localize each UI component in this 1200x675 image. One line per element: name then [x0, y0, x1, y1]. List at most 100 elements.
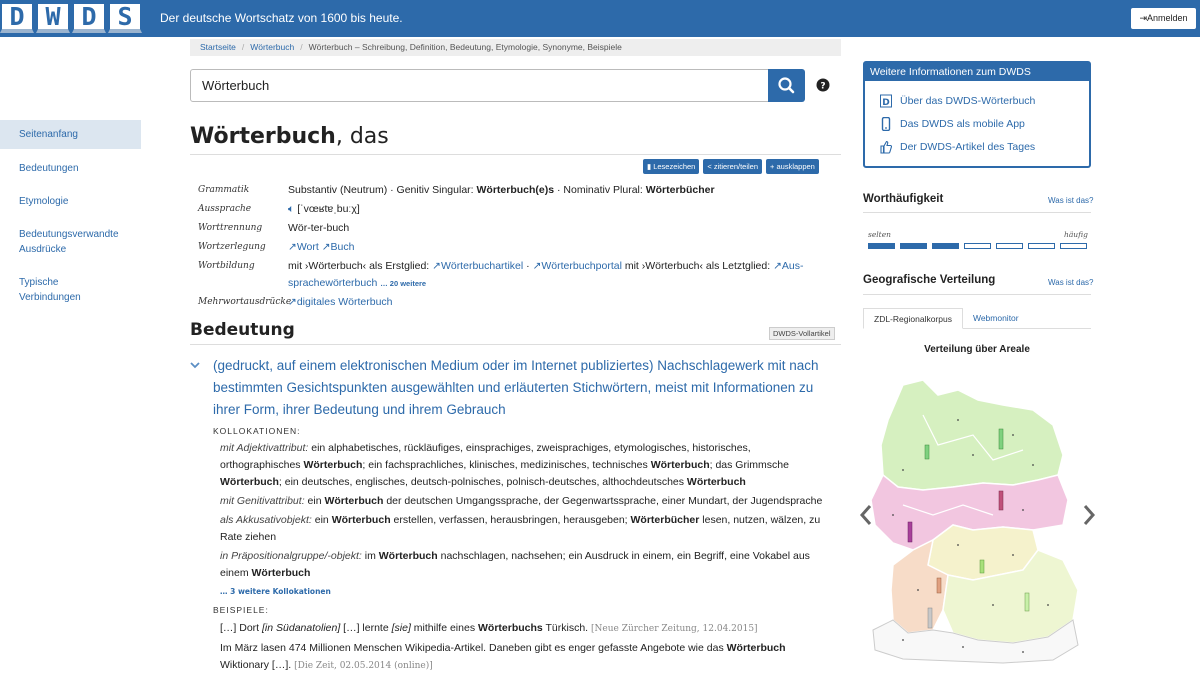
divider — [190, 344, 841, 345]
help-icon: ? — [816, 78, 830, 92]
hyphenation-row: Worttrennung Wör-ter-buch — [198, 220, 838, 237]
lemma: Wörterbuch — [190, 124, 336, 149]
grammar-label: Grammatik — [198, 185, 250, 195]
collocation-row: mit Genitivattribut: ein Wörterbuch der … — [220, 493, 832, 510]
help-button[interactable]: ? — [805, 69, 842, 102]
wordformation-value: mit ›Wörterbuch‹ als Erstglied: ↗Wörterb… — [288, 260, 804, 289]
pronunciation-label: Aussprache — [198, 204, 252, 214]
keyword: Wörterbuch — [303, 459, 363, 471]
frequency-high-label: häufig — [1064, 230, 1088, 239]
link-wort[interactable]: Wort — [297, 241, 319, 253]
cite-button[interactable]: < zitieren/teilen — [703, 159, 763, 174]
bookmark-button[interactable]: ▮ Lesezeichen — [643, 159, 700, 174]
search-button[interactable] — [768, 69, 805, 102]
plural-form: Wörterbücher — [645, 184, 715, 196]
svg-text:?: ? — [820, 82, 825, 92]
breadcrumb-home[interactable]: Startseite — [200, 42, 236, 52]
link-digitales-woerterbuch[interactable]: digitales Wörterbuch — [297, 296, 393, 308]
cite-label: zitieren/teilen — [713, 162, 759, 171]
speaker-icon[interactable]: 🔈︎ — [288, 203, 294, 215]
text: ; das Grimmsche — [709, 459, 789, 471]
info-link-about[interactable]: D Über das DWDS-Wörterbuch — [865, 89, 1089, 112]
tab-webmonitor[interactable]: Webmonitor — [963, 308, 1029, 328]
svg-text:D: D — [882, 98, 889, 108]
kollokationen-label: Kollokationen: — [213, 426, 301, 436]
text: ein — [311, 514, 332, 526]
dwds-logo[interactable]: D W D S — [0, 0, 144, 37]
geo-help-link[interactable]: Was ist das? — [1048, 278, 1094, 287]
frequency-help-link[interactable]: Was ist das? — [1048, 196, 1094, 205]
info-box-title: Weitere Informationen zum DWDS — [865, 63, 1089, 81]
chevron-down-icon[interactable] — [190, 361, 200, 369]
mobile-icon — [881, 116, 891, 131]
nav-item-typische-verbindungen[interactable]: Typische Verbindungen — [0, 269, 141, 311]
article: , das — [335, 124, 389, 149]
breadcrumb-separator: / — [241, 42, 245, 52]
chevron-left-icon[interactable] — [858, 503, 874, 527]
dwds-d-icon: D — [880, 94, 892, 108]
divider — [190, 154, 841, 155]
collocation-row: in Präpositionalgruppe/-objekt: im Wörte… — [220, 548, 832, 582]
frequency-meter — [868, 243, 1087, 249]
map-bar — [1024, 592, 1030, 612]
nav-item-bedeutungen[interactable]: Bedeutungen — [0, 155, 141, 182]
section-title-bedeutung: Bedeutung — [190, 320, 295, 340]
logo-letter: D — [0, 2, 34, 33]
top-bar: D W D S Der deutsche Wortschatz von 1600… — [0, 0, 1200, 37]
info-link-app[interactable]: Das DWDS als mobile App — [865, 112, 1089, 135]
logo-letter: W — [36, 2, 70, 33]
keyword: Wörterbuch — [650, 459, 710, 471]
link-buch[interactable]: Buch — [331, 241, 355, 253]
frequency-low-label: selten — [868, 230, 891, 239]
keyword: Wörterbuchs — [478, 622, 543, 634]
frequency-box — [1060, 243, 1087, 249]
chevron-right-icon[interactable] — [1081, 503, 1097, 527]
vollartikel-badge: DWDS-Vollartikel — [769, 327, 835, 340]
link-aussprachewoerterbuch[interactable]: Aus- — [782, 260, 804, 272]
search-input[interactable]: Wörterbuch — [190, 69, 769, 102]
link-aussprachewoerterbuch[interactable]: sprachewörterbuch — [288, 277, 377, 289]
wordformation-label: Wortbildung — [198, 261, 255, 271]
nav-item-bedeutungsverwandte[interactable]: Bedeutungsverwandte Ausdrücke — [0, 221, 120, 263]
info-link-article-of-day[interactable]: Der DWDS-Artikel des Tages — [865, 135, 1089, 158]
text: mithilfe eines — [410, 622, 478, 634]
breadcrumb-current: Wörterbuch – Schreibung, Definition, Bed… — [308, 42, 622, 52]
source: [Die Zeit, 02.05.2014 (online)] — [294, 661, 433, 671]
decomposition-value: ↗Wort ↗Buch — [288, 239, 838, 256]
arrow-icon: ↗ — [321, 241, 331, 253]
text: · Nominativ Plural: — [554, 184, 646, 196]
genitive-form: Wörterbuch(e)s — [476, 184, 555, 196]
text: […] lernte — [340, 622, 392, 634]
login-icon: ⇥ — [1139, 13, 1147, 23]
more-link[interactable]: … 20 weitere — [380, 279, 426, 288]
germany-distribution-map — [870, 379, 1079, 664]
breadcrumb-section[interactable]: Wörterbuch — [250, 42, 294, 52]
grammar-table: Grammatik Substantiv (Neutrum) · Genitiv… — [198, 182, 838, 313]
text: Wiktionary […]. — [220, 659, 295, 671]
grammar-value: Substantiv (Neutrum) · Genitiv Singular:… — [288, 182, 838, 199]
login-button[interactable]: ⇥Anmelden — [1131, 8, 1196, 29]
text: mit ›Wörterbuch‹ als Letztglied: — [624, 260, 774, 272]
frequency-box — [996, 243, 1023, 249]
text: […] Dort — [220, 622, 263, 634]
breadcrumb-separator: / — [300, 42, 303, 52]
text: [in Südanatolien] — [262, 622, 341, 634]
more-collocations-link[interactable]: … 3 weitere Kollokationen — [220, 587, 331, 596]
beispiele-label: Beispiele: — [213, 605, 269, 615]
map-bar — [936, 577, 942, 594]
expand-button[interactable]: + ausklappen — [766, 159, 819, 174]
keyword: Wörterbuch — [324, 495, 384, 507]
text: ; ein fachsprachliches, klinisches, medi… — [362, 459, 651, 471]
nav-item-etymologie[interactable]: Etymologie — [0, 188, 141, 215]
arrow-icon: ↗ — [432, 260, 441, 272]
collocations: mit Adjektivattribut: ein alphabetisches… — [220, 440, 832, 584]
collocation-type: als Akkusativobjekt: — [220, 514, 312, 526]
link-woerterbuchportal[interactable]: Wörterbuchportal — [541, 260, 622, 272]
tab-zdl-regionalkorpus[interactable]: ZDL-Regionalkorpus — [863, 308, 963, 329]
nav-item-seitenanfang[interactable]: Seitenanfang — [0, 120, 141, 149]
multiword-value: ↗digitales Wörterbuch — [288, 294, 838, 311]
link-woerterbuchartikel[interactable]: Wörterbuchartikel — [441, 260, 523, 272]
grammar-row: Grammatik Substantiv (Neutrum) · Genitiv… — [198, 182, 838, 199]
example: Im März lasen 474 Millionen Menschen Wik… — [220, 640, 832, 675]
headword: Wörterbuch, das — [190, 124, 389, 149]
